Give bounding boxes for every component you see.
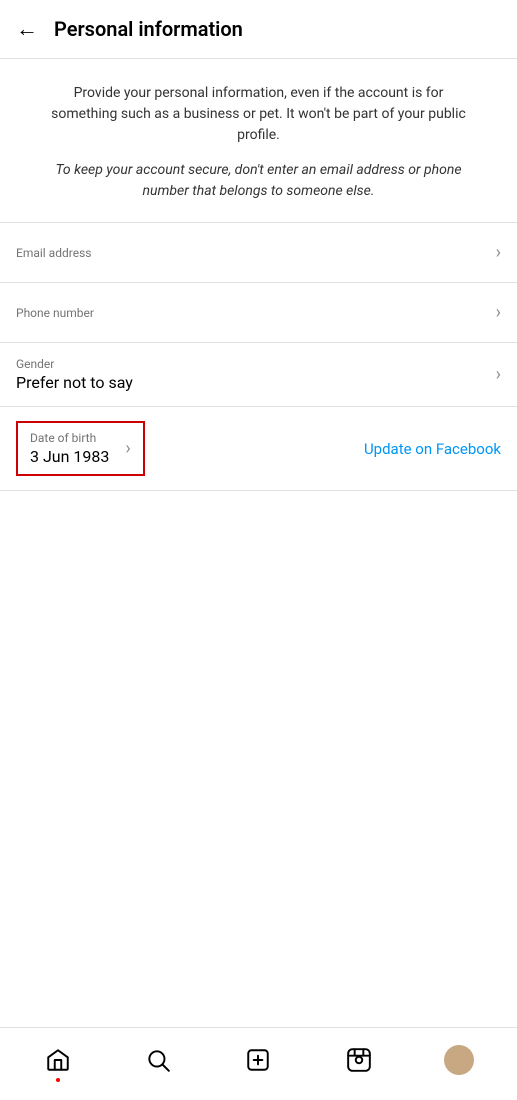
dob-update-container: Update on Facebook [348, 439, 501, 458]
add-icon [245, 1047, 271, 1073]
dob-chevron-icon: › [125, 438, 130, 459]
email-chevron-icon: › [496, 242, 501, 263]
dob-content: Date of birth 3 Jun 1983 [30, 431, 109, 466]
dob-label: Date of birth [30, 431, 109, 445]
search-icon [145, 1047, 171, 1073]
email-label: Email address [16, 246, 91, 260]
dob-highlighted-box: Date of birth 3 Jun 1983 › [16, 421, 145, 476]
search-nav-item[interactable] [133, 1040, 183, 1080]
update-on-facebook-link[interactable]: Update on Facebook [364, 440, 501, 458]
content-spacer [0, 759, 517, 1027]
dob-field-row[interactable]: Date of birth 3 Jun 1983 › Update on Fac… [0, 407, 517, 491]
home-nav-item[interactable] [33, 1040, 83, 1080]
avatar [444, 1045, 474, 1075]
fields-container: Email address › Phone number › Gender Pr… [0, 223, 517, 759]
info-paragraph-2: To keep your account secure, don't enter… [40, 160, 477, 202]
profile-nav-item[interactable] [434, 1040, 484, 1080]
email-field-row[interactable]: Email address › [0, 223, 517, 283]
gender-field-content: Gender Prefer not to say [16, 357, 133, 392]
dob-left: Date of birth 3 Jun 1983 › [30, 431, 131, 466]
page-title: Personal information [54, 17, 243, 41]
reels-nav-item[interactable] [334, 1040, 384, 1080]
gender-chevron-icon: › [496, 364, 501, 385]
home-active-dot [56, 1078, 60, 1082]
phone-chevron-icon: › [496, 302, 501, 323]
gender-field-row[interactable]: Gender Prefer not to say › [0, 343, 517, 407]
bottom-nav [0, 1027, 517, 1100]
gender-value: Prefer not to say [16, 373, 133, 392]
reels-icon [346, 1047, 372, 1073]
info-block: Provide your personal information, even … [0, 59, 517, 223]
dob-value: 3 Jun 1983 [30, 447, 109, 466]
gender-label: Gender [16, 357, 133, 371]
back-button[interactable]: ← [16, 16, 38, 42]
email-field-content: Email address [16, 246, 91, 260]
phone-field-row[interactable]: Phone number › [0, 283, 517, 343]
phone-field-content: Phone number [16, 306, 94, 320]
add-nav-item[interactable] [233, 1040, 283, 1080]
info-paragraph-1: Provide your personal information, even … [40, 83, 477, 146]
header: ← Personal information [0, 0, 517, 59]
home-icon [45, 1047, 71, 1073]
phone-label: Phone number [16, 306, 94, 320]
